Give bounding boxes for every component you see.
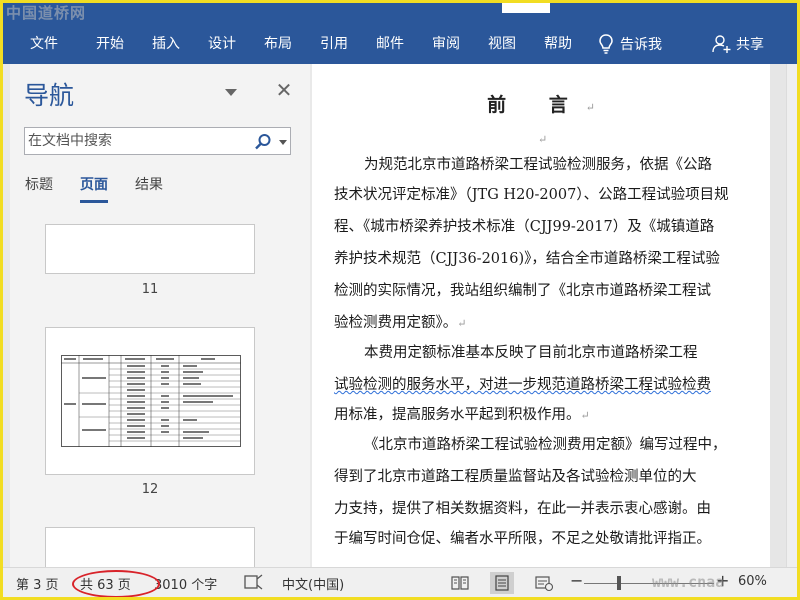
thumbnail-table <box>61 355 241 447</box>
web-layout-icon <box>535 576 554 592</box>
document-line: 为规范北京市道路桥梁工程试验检测服务，依据《公路 <box>364 157 712 173</box>
document-line: 于编写时间仓促、编者水平所限，不足之处敬请批评指正。 <box>334 531 711 547</box>
tab-help[interactable]: 帮助 <box>544 24 572 64</box>
tab-headings[interactable]: 标题 <box>25 174 53 194</box>
close-icon[interactable]: ✕ <box>274 80 294 100</box>
proofing-icon[interactable] <box>244 573 264 591</box>
ribbon-tabs: 文件 开始 插入 设计 布局 引用 邮件 审阅 视图 帮助 告诉我 共享 <box>0 24 800 64</box>
search-options-dropdown-icon[interactable] <box>278 138 288 146</box>
url-watermark: www.cnaa <box>652 573 725 591</box>
document-line: 《北京市道路桥梁工程试验检测费用定额》编写过程中， <box>364 437 727 453</box>
document-area: 前 言↵ ↵ 为规范北京市道路桥梁工程试验检测服务，依据《公路 技术状况评定标准… <box>312 64 800 567</box>
empty-paragraph-mark: ↵ <box>538 133 548 146</box>
tab-pages[interactable]: 页面 <box>80 174 108 203</box>
tab-home[interactable]: 开始 <box>96 24 124 64</box>
chevron-down-icon[interactable] <box>224 86 238 98</box>
tab-review[interactable]: 审阅 <box>432 24 460 64</box>
site-watermark: 中国道桥网 <box>6 4 87 22</box>
document-line: 试验检测的服务水平，对进一步规范道路桥梁工程试验检费 <box>334 377 711 393</box>
tab-view[interactable]: 视图 <box>488 24 516 64</box>
title-bar <box>0 0 800 24</box>
document-line: 本费用定额标准基本反映了目前北京市道路桥梁工程 <box>364 345 698 361</box>
document-title-text: 前 言 <box>487 94 586 116</box>
share-button[interactable]: 共享 <box>712 24 764 64</box>
word-count[interactable]: 3010 个字 <box>154 574 217 593</box>
document-line: 养护技术规范（CJJ36-2016)》，结合全市道路桥梁工程试验 <box>334 251 720 267</box>
document-line: 力支持，提供了相关数据资料，在此一并表示衷心感谢。由 <box>334 501 711 517</box>
page-thumbnail-number: 12 <box>141 482 159 497</box>
page-indicator[interactable]: 第 3 页 <box>16 574 59 593</box>
document-line: 验检测费用定额》。↵ <box>334 315 467 331</box>
navigation-title: 导航 <box>24 81 75 110</box>
share-label: 共享 <box>736 37 764 53</box>
highlight-oval <box>72 570 160 598</box>
zoom-slider-thumb[interactable] <box>617 576 621 590</box>
document-page[interactable]: 前 言↵ ↵ 为规范北京市道路桥梁工程试验检测服务，依据《公路 技术状况评定标准… <box>312 64 770 567</box>
search-icon[interactable] <box>254 133 272 151</box>
tab-references[interactable]: 引用 <box>320 24 348 64</box>
print-layout-button[interactable] <box>490 572 514 594</box>
document-line: 用标准，提高服务水平起到积极作用。↵ <box>334 407 590 423</box>
document-line: 检测的实际情况，我站组织编制了《北京市道路桥梁工程试 <box>334 283 711 299</box>
document-line: 程、《城市桥梁养护技术标准（CJJ99-2017）及《城镇道路 <box>334 219 715 235</box>
tab-layout[interactable]: 布局 <box>264 24 292 64</box>
tab-results[interactable]: 结果 <box>135 174 163 194</box>
document-line: 技术状况评定标准》（JTG H20-2007）、公路工程试验项目规 <box>334 187 729 203</box>
zoom-out-button[interactable]: − <box>570 571 583 590</box>
document-title: 前 言↵ <box>312 90 770 117</box>
web-layout-button[interactable] <box>532 572 556 594</box>
tell-me-label: 告诉我 <box>620 37 662 53</box>
search-box <box>24 127 291 155</box>
book-icon <box>451 576 469 590</box>
zoom-level[interactable]: 60% <box>738 574 767 589</box>
title-bar-tab <box>502 0 550 13</box>
tab-mailings[interactable]: 邮件 <box>376 24 404 64</box>
language-indicator[interactable]: 中文(中国) <box>282 574 344 593</box>
tell-me-button[interactable]: 告诉我 <box>598 24 662 64</box>
document-line: 得到了北京市道路工程质量监督站及各试验检测单位的大 <box>334 469 697 485</box>
paragraph-mark: ↵ <box>585 101 595 114</box>
page-layout-icon <box>495 575 509 591</box>
tab-design[interactable]: 设计 <box>208 24 236 64</box>
page-thumbnail[interactable] <box>45 527 255 567</box>
tab-file[interactable]: 文件 <box>30 24 58 64</box>
page-thumbnail-number: 11 <box>141 282 159 297</box>
tab-insert[interactable]: 插入 <box>152 24 180 64</box>
person-add-icon <box>712 35 731 53</box>
page-thumbnail[interactable] <box>45 327 255 475</box>
vertical-scrollbar[interactable] <box>786 64 800 567</box>
search-input[interactable] <box>28 131 248 151</box>
page-thumbnail[interactable] <box>45 224 255 274</box>
lightbulb-icon <box>599 34 613 54</box>
read-mode-button[interactable] <box>448 572 472 594</box>
navigation-pane: 导航 ✕ 标题 页面 结果 11 <box>10 64 310 567</box>
